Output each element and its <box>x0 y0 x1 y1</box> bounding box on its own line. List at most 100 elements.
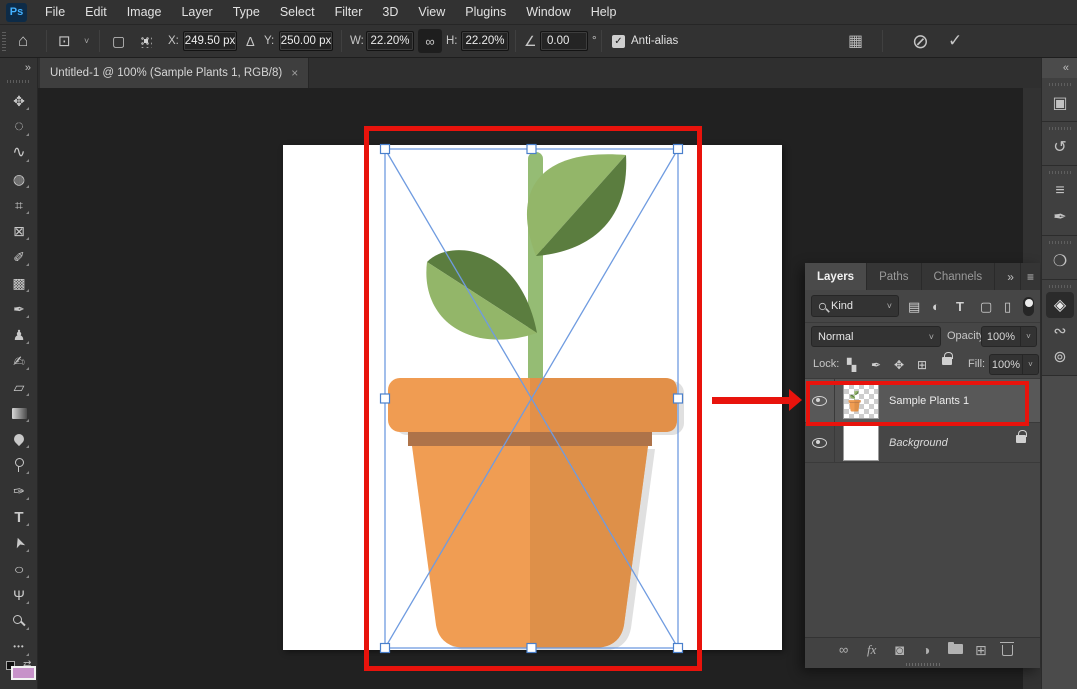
reference-point-toggle-icon[interactable]: ▢ <box>112 33 125 50</box>
new-group-icon[interactable] <box>948 638 963 657</box>
menu-window[interactable]: Window <box>516 0 580 25</box>
new-layer-icon[interactable]: ⊞ <box>975 642 987 659</box>
filter-type-layers-icon[interactable]: T <box>956 299 964 314</box>
layers-panel-icon[interactable]: ◈ <box>1046 292 1074 318</box>
zoom-tool[interactable] <box>6 608 32 634</box>
panel-resize-grip[interactable] <box>805 661 1040 668</box>
y-position-field[interactable]: 250.00 px <box>279 31 333 51</box>
new-adjustment-layer-icon[interactable]: ◑ <box>922 642 930 658</box>
opacity-value[interactable]: 100% <box>981 326 1021 347</box>
menu-select[interactable]: Select <box>270 0 325 25</box>
add-layer-mask-icon[interactable]: ◙ <box>895 642 904 659</box>
free-transform-bounding-box[interactable] <box>283 118 783 668</box>
type-tool[interactable]: T <box>6 504 32 530</box>
foreground-background-colors[interactable]: ⇄ <box>4 661 34 677</box>
blend-mode-dropdown[interactable]: Normal ˅ <box>811 326 941 347</box>
menu-image[interactable]: Image <box>117 0 172 25</box>
panel-more-icon[interactable]: » <box>1001 263 1020 290</box>
lock-all-icon[interactable] <box>942 352 952 368</box>
pen-tool[interactable]: ✑ <box>6 478 32 504</box>
layer-row-background[interactable]: Background <box>805 423 1040 463</box>
menu-type[interactable]: Type <box>223 0 270 25</box>
toolbar-expand-icon[interactable]: » <box>25 62 31 74</box>
shape-tool[interactable]: ○ <box>6 556 32 582</box>
channels-panel-icon[interactable]: ⊚ <box>1046 344 1074 370</box>
clone-stamp-tool[interactable]: ♟ <box>6 322 32 348</box>
options-grip[interactable] <box>2 31 6 51</box>
hand-tool[interactable]: Ψ <box>6 582 32 608</box>
libraries-panel-icon[interactable]: ▣ <box>1046 90 1074 116</box>
object-selection-tool[interactable]: ◍ <box>6 166 32 192</box>
menu-edit[interactable]: Edit <box>75 0 117 25</box>
tab-channels[interactable]: Channels <box>922 263 996 290</box>
document-tab[interactable]: Untitled-1 @ 100% (Sample Plants 1, RGB/… <box>40 58 309 88</box>
layer-row-sample-plants[interactable]: Sample Plants 1 <box>805 379 1040 423</box>
menu-layer[interactable]: Layer <box>171 0 222 25</box>
dock-grip[interactable] <box>1049 171 1071 174</box>
menu-help[interactable]: Help <box>581 0 627 25</box>
layer-thumbnail[interactable] <box>843 425 879 461</box>
history-panel-icon[interactable]: ↺ <box>1046 134 1074 160</box>
toolbar-grip[interactable] <box>7 80 31 83</box>
brushes-panel-icon[interactable]: ✒ <box>1046 204 1074 230</box>
crop-tool[interactable]: ⌗ <box>6 192 32 218</box>
edit-toolbar-button[interactable]: ••• <box>6 634 32 660</box>
dock-grip[interactable] <box>1049 127 1071 130</box>
eraser-tool[interactable]: ▱ <box>6 374 32 400</box>
menu-3d[interactable]: 3D <box>372 0 408 25</box>
layer-thumbnail[interactable] <box>843 383 879 419</box>
brush-tool[interactable]: ✒ <box>6 296 32 322</box>
frame-tool[interactable]: ⊠ <box>6 218 32 244</box>
filter-adjustment-layers-icon[interactable]: ◐ <box>932 299 940 314</box>
gradient-tool[interactable] <box>6 400 32 426</box>
layer-visibility-toggle[interactable] <box>805 423 835 462</box>
tab-paths[interactable]: Paths <box>867 263 921 290</box>
close-tab-icon[interactable]: × <box>291 66 298 80</box>
menu-filter[interactable]: Filter <box>325 0 373 25</box>
width-field[interactable]: 22.20% <box>366 31 414 51</box>
collapse-dock-icon[interactable]: « <box>1063 62 1069 74</box>
warp-mode-icon[interactable]: ▦ <box>848 31 863 51</box>
eyedropper-tool[interactable]: ✐ <box>6 244 32 270</box>
fill-value[interactable]: 100% <box>989 354 1023 375</box>
blur-tool[interactable] <box>6 426 32 452</box>
x-position-field[interactable]: 249.50 px <box>183 31 237 51</box>
opacity-dropdown[interactable]: 100% ˅ <box>981 326 1037 347</box>
filter-toggle-switch[interactable] <box>1023 297 1034 316</box>
maintain-aspect-ratio-button[interactable]: ∞ <box>418 29 442 53</box>
swatches-panel-icon[interactable]: ❍ <box>1046 248 1074 274</box>
menu-view[interactable]: View <box>408 0 455 25</box>
transform-tool-icon[interactable]: ⊡ <box>58 32 71 50</box>
delete-layer-icon[interactable] <box>1002 638 1013 659</box>
layer-visibility-toggle[interactable] <box>805 379 835 422</box>
foreground-color-large-swatch[interactable] <box>11 666 36 680</box>
marquee-tool[interactable]: ◌ <box>6 114 32 140</box>
rotation-field[interactable]: 0.00 <box>540 31 588 51</box>
history-brush-tool[interactable]: ✍ <box>6 348 32 374</box>
filter-kind-dropdown[interactable]: Kind ˅ <box>811 295 899 317</box>
menu-file[interactable]: File <box>35 0 75 25</box>
dock-grip[interactable] <box>1049 83 1071 86</box>
relative-position-delta-icon[interactable]: Δ <box>246 34 255 49</box>
menu-plugins[interactable]: Plugins <box>455 0 516 25</box>
background-lock-icon[interactable] <box>1016 434 1026 446</box>
filter-pixel-layers-icon[interactable]: ▤ <box>908 299 920 315</box>
filter-shape-layers-icon[interactable]: ▢ <box>980 299 992 315</box>
brush-settings-panel-icon[interactable]: ≡ <box>1046 178 1074 204</box>
path-selection-tool[interactable]: ➤ <box>6 530 32 556</box>
link-layers-icon[interactable]: ∞ <box>839 642 848 657</box>
healing-brush-tool[interactable]: ▩ <box>6 270 32 296</box>
dock-grip[interactable] <box>1049 241 1071 244</box>
home-icon[interactable]: ⌂ <box>18 31 28 51</box>
layer-name[interactable]: Sample Plants 1 <box>889 395 969 407</box>
dodge-tool[interactable] <box>6 452 32 478</box>
lock-position-icon[interactable]: ✥ <box>894 358 904 372</box>
height-field[interactable]: 22.20% <box>461 31 509 51</box>
move-tool[interactable]: ✥ <box>6 88 32 114</box>
panel-menu-icon[interactable]: ≡ <box>1020 263 1040 290</box>
reference-point-locator-icon[interactable] <box>139 35 152 48</box>
paths-panel-icon[interactable]: ∾ <box>1046 318 1074 344</box>
commit-transform-icon[interactable]: ✓ <box>948 31 962 51</box>
tab-layers[interactable]: Layers <box>805 263 867 290</box>
layer-style-fx-icon[interactable]: fx <box>867 642 876 658</box>
